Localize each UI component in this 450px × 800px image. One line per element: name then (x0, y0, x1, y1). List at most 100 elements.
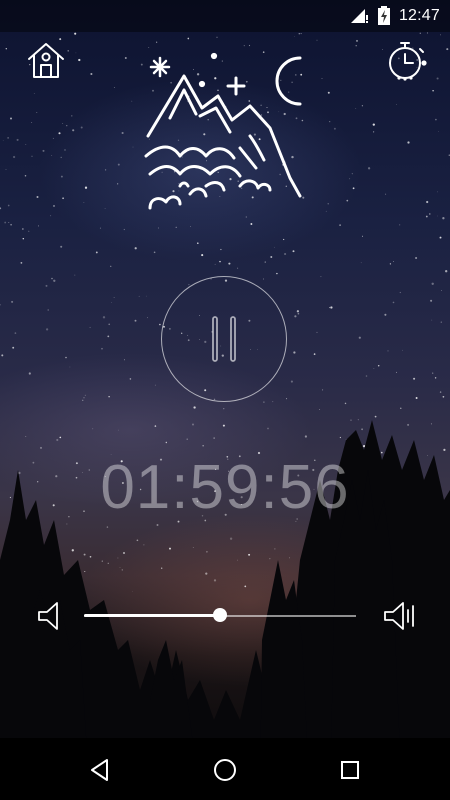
star (345, 439, 347, 441)
timer-display: 01:59:56 (100, 453, 350, 522)
star (65, 356, 67, 359)
star (101, 347, 103, 350)
star (320, 276, 322, 278)
star (443, 448, 446, 452)
star (192, 423, 194, 426)
star (36, 195, 39, 199)
star (435, 118, 437, 121)
star (64, 149, 66, 151)
volume-high-icon (384, 602, 414, 630)
star (52, 137, 54, 139)
status-bar: 12:47 (0, 0, 450, 32)
star (431, 282, 434, 285)
star (123, 228, 125, 231)
star (274, 548, 276, 550)
star (24, 175, 27, 177)
star (436, 77, 439, 80)
star (153, 251, 156, 254)
star (344, 402, 347, 405)
star (280, 586, 283, 589)
star (76, 583, 78, 585)
home-button[interactable] (22, 36, 70, 84)
status-time: 12:47 (398, 7, 440, 24)
star (365, 375, 368, 377)
star (119, 567, 121, 568)
star (41, 569, 45, 572)
star (357, 419, 359, 421)
sleep-timer-button[interactable] (384, 38, 430, 84)
star (352, 187, 355, 190)
star (269, 558, 271, 560)
nav-home-button[interactable] (209, 754, 241, 786)
star (25, 143, 27, 145)
star (419, 32, 421, 34)
star (42, 149, 45, 152)
volume-slider-thumb[interactable] (213, 608, 227, 622)
nav-back-button[interactable] (84, 754, 116, 786)
star (147, 317, 148, 319)
star (58, 132, 61, 135)
star (132, 146, 134, 148)
star (56, 438, 59, 442)
star (361, 428, 363, 431)
star (107, 562, 109, 564)
star (399, 291, 401, 294)
star (300, 33, 302, 35)
volume-down-button[interactable] (32, 598, 64, 634)
star (370, 447, 373, 449)
star (274, 246, 275, 248)
star (7, 137, 9, 139)
star (190, 226, 191, 228)
star (156, 524, 159, 526)
star (223, 408, 225, 410)
star (355, 44, 357, 47)
star (222, 424, 225, 427)
volume-up-button[interactable] (382, 598, 418, 634)
star (446, 48, 449, 51)
star (333, 127, 336, 130)
star (228, 262, 231, 265)
star (377, 565, 379, 567)
recents-icon (341, 761, 359, 779)
star (431, 319, 433, 321)
star (28, 230, 30, 232)
star (294, 35, 295, 37)
star (272, 401, 274, 403)
star (110, 265, 112, 267)
star (267, 427, 269, 430)
star (156, 41, 158, 43)
star (51, 277, 53, 280)
star (438, 131, 440, 132)
star (36, 112, 38, 114)
star (161, 567, 163, 569)
star (66, 523, 68, 525)
star (47, 309, 49, 311)
star (346, 199, 349, 202)
star (132, 590, 133, 592)
star (426, 32, 429, 34)
star (187, 37, 190, 40)
star (355, 108, 357, 109)
star (38, 225, 39, 227)
star (45, 328, 49, 331)
battery-charging-icon (377, 6, 391, 26)
star (244, 585, 247, 588)
star (107, 335, 110, 338)
pause-button[interactable] (161, 276, 287, 402)
volume-slider[interactable] (84, 608, 356, 622)
star (327, 203, 329, 205)
star (442, 217, 445, 220)
star (138, 295, 140, 297)
star (351, 173, 353, 175)
star (22, 228, 24, 230)
star (425, 531, 428, 534)
star (398, 562, 400, 564)
nav-recents-button[interactable] (334, 754, 366, 786)
stopwatch-icon (389, 42, 427, 81)
star (154, 425, 157, 427)
sleep-sounds-screen: 12:47 01:59:56 (0, 0, 450, 800)
star (304, 551, 306, 553)
star (60, 156, 62, 159)
star (89, 326, 91, 329)
star (407, 423, 410, 426)
